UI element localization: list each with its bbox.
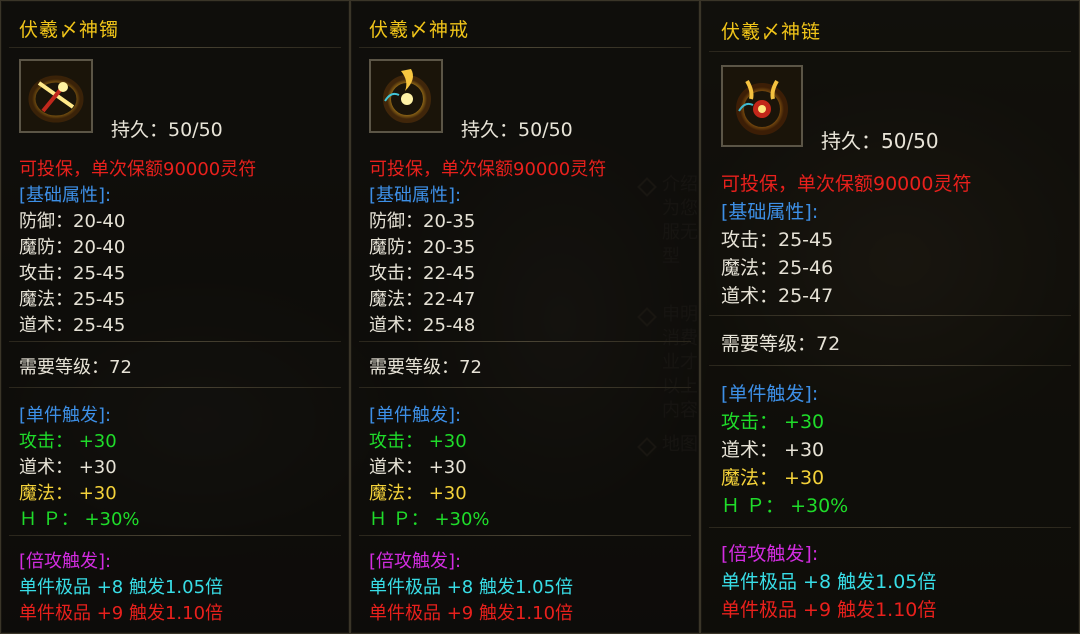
- multi-attack-header: [倍攻触发]:: [369, 551, 462, 572]
- stat-line: 道术：25-47: [721, 285, 834, 307]
- stat-line: 道术：25-45: [19, 315, 126, 336]
- trigger-line: Ｈ Ｐ： +30%: [369, 509, 490, 530]
- durability-text: 持久：50/50: [821, 129, 939, 153]
- required-level: 需要等级：72: [19, 357, 132, 378]
- stat-line: 攻击：25-45: [721, 229, 834, 251]
- stat-line: 魔法：22-47: [369, 289, 476, 310]
- necklace-icon: [721, 65, 803, 147]
- divider: [709, 365, 1071, 366]
- trigger-line: 攻击： +30: [721, 411, 825, 433]
- item-tooltip-necklace: 伏羲〆神链 持久：50/50 可投保，单次保额90000灵符 [基础属性]: 攻…: [700, 0, 1080, 634]
- divider: [359, 341, 691, 342]
- required-level: 需要等级：72: [721, 333, 841, 355]
- base-attributes-header: [基础属性]:: [19, 185, 112, 206]
- single-trigger-header: [单件触发]:: [721, 383, 819, 405]
- trigger-line: 魔法： +30: [721, 467, 825, 489]
- durability-text: 持久：50/50: [461, 119, 573, 141]
- multi-attack-header: [倍攻触发]:: [721, 543, 819, 565]
- divider: [9, 341, 341, 342]
- stat-line: 攻击：22-45: [369, 263, 476, 284]
- bracelet-icon: [19, 59, 93, 133]
- item-title: 伏羲〆神链: [721, 21, 822, 43]
- insure-text: 可投保，单次保额90000灵符: [19, 159, 257, 180]
- stat-line: 魔防：20-40: [19, 237, 126, 258]
- divider: [9, 47, 341, 48]
- stat-line: 防御：20-40: [19, 211, 126, 232]
- ring-icon: [369, 59, 443, 133]
- stat-line: 防御：20-35: [369, 211, 476, 232]
- base-attributes-header: [基础属性]:: [721, 201, 819, 223]
- single-trigger-header: [单件触发]:: [19, 405, 112, 426]
- trigger-line: 魔法： +30: [369, 483, 467, 504]
- divider: [709, 51, 1071, 52]
- multi-attack-line: 单件极品 +8 触发1.05倍: [721, 571, 937, 593]
- divider: [359, 535, 691, 536]
- insure-text: 可投保，单次保额90000灵符: [369, 159, 607, 180]
- trigger-line: 道术： +30: [721, 439, 825, 461]
- trigger-line: 攻击： +30: [19, 431, 117, 452]
- single-trigger-header: [单件触发]:: [369, 405, 462, 426]
- divider: [9, 535, 341, 536]
- durability-text: 持久：50/50: [111, 119, 223, 141]
- trigger-line: 攻击： +30: [369, 431, 467, 452]
- multi-attack-line: 单件极品 +9 触发1.10倍: [19, 603, 224, 624]
- multi-attack-line: 单件极品 +8 触发1.05倍: [19, 577, 224, 598]
- trigger-line: Ｈ Ｐ： +30%: [721, 495, 849, 517]
- stat-line: 魔法：25-46: [721, 257, 834, 279]
- stat-line: 攻击：25-45: [19, 263, 126, 284]
- multi-attack-line: 单件极品 +9 触发1.10倍: [369, 603, 574, 624]
- item-tooltip-bracelet: 伏羲〆神镯 持久：50/50 可投保，单次保额90000灵符 [基础属性]: 防…: [0, 0, 350, 634]
- multi-attack-line: 单件极品 +9 触发1.10倍: [721, 599, 937, 621]
- base-attributes-header: [基础属性]:: [369, 185, 462, 206]
- insure-text: 可投保，单次保额90000灵符: [721, 173, 972, 195]
- stat-line: 道术：25-48: [369, 315, 476, 336]
- required-level: 需要等级：72: [369, 357, 482, 378]
- item-tooltip-ring: 伏羲〆神戒 持久：50/50 可投保，单次保额90000灵符 [基础属性]: 防…: [350, 0, 700, 634]
- item-title: 伏羲〆神镯: [19, 19, 120, 41]
- divider: [9, 387, 341, 388]
- divider: [709, 315, 1071, 316]
- item-title: 伏羲〆神戒: [369, 19, 470, 41]
- divider: [359, 47, 691, 48]
- stat-line: 魔法：25-45: [19, 289, 126, 310]
- divider: [709, 527, 1071, 528]
- trigger-line: 道术： +30: [19, 457, 117, 478]
- trigger-line: 魔法： +30: [19, 483, 117, 504]
- stat-line: 魔防：20-35: [369, 237, 476, 258]
- divider: [359, 387, 691, 388]
- trigger-line: Ｈ Ｐ： +30%: [19, 509, 140, 530]
- multi-attack-header: [倍攻触发]:: [19, 551, 112, 572]
- trigger-line: 道术： +30: [369, 457, 467, 478]
- multi-attack-line: 单件极品 +8 触发1.05倍: [369, 577, 574, 598]
